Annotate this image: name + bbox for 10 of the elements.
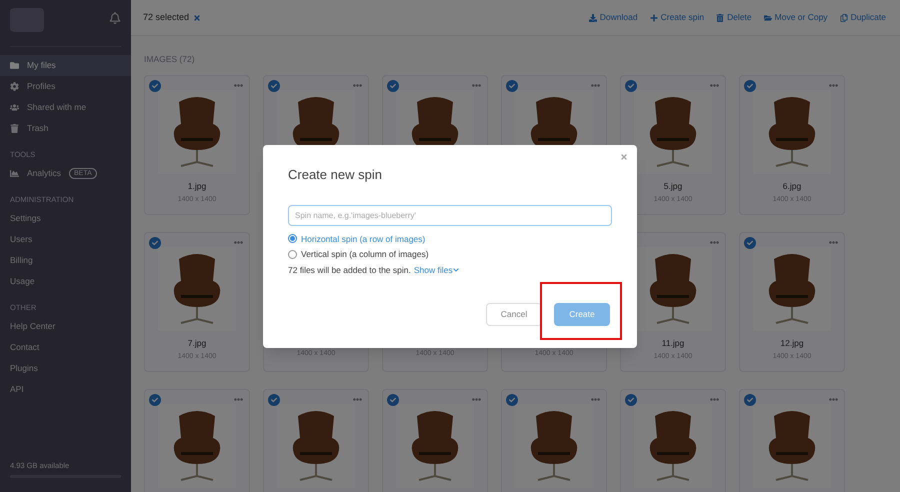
file-name: 6.jpg <box>782 180 802 193</box>
file-name: 5.jpg <box>664 180 682 193</box>
file-name: 7.jpg <box>188 337 206 350</box>
files-note: 72 files will be added to the spin. <box>288 264 411 277</box>
selection-count: 72 selected <box>143 10 190 24</box>
file-name: 12.jpg <box>780 337 804 350</box>
dialog-title: Create new spin <box>288 166 383 184</box>
section-heading: IMAGES (72) <box>144 54 196 65</box>
file-name: 11.jpg <box>662 337 684 350</box>
file-name: 1.jpg <box>188 180 206 193</box>
